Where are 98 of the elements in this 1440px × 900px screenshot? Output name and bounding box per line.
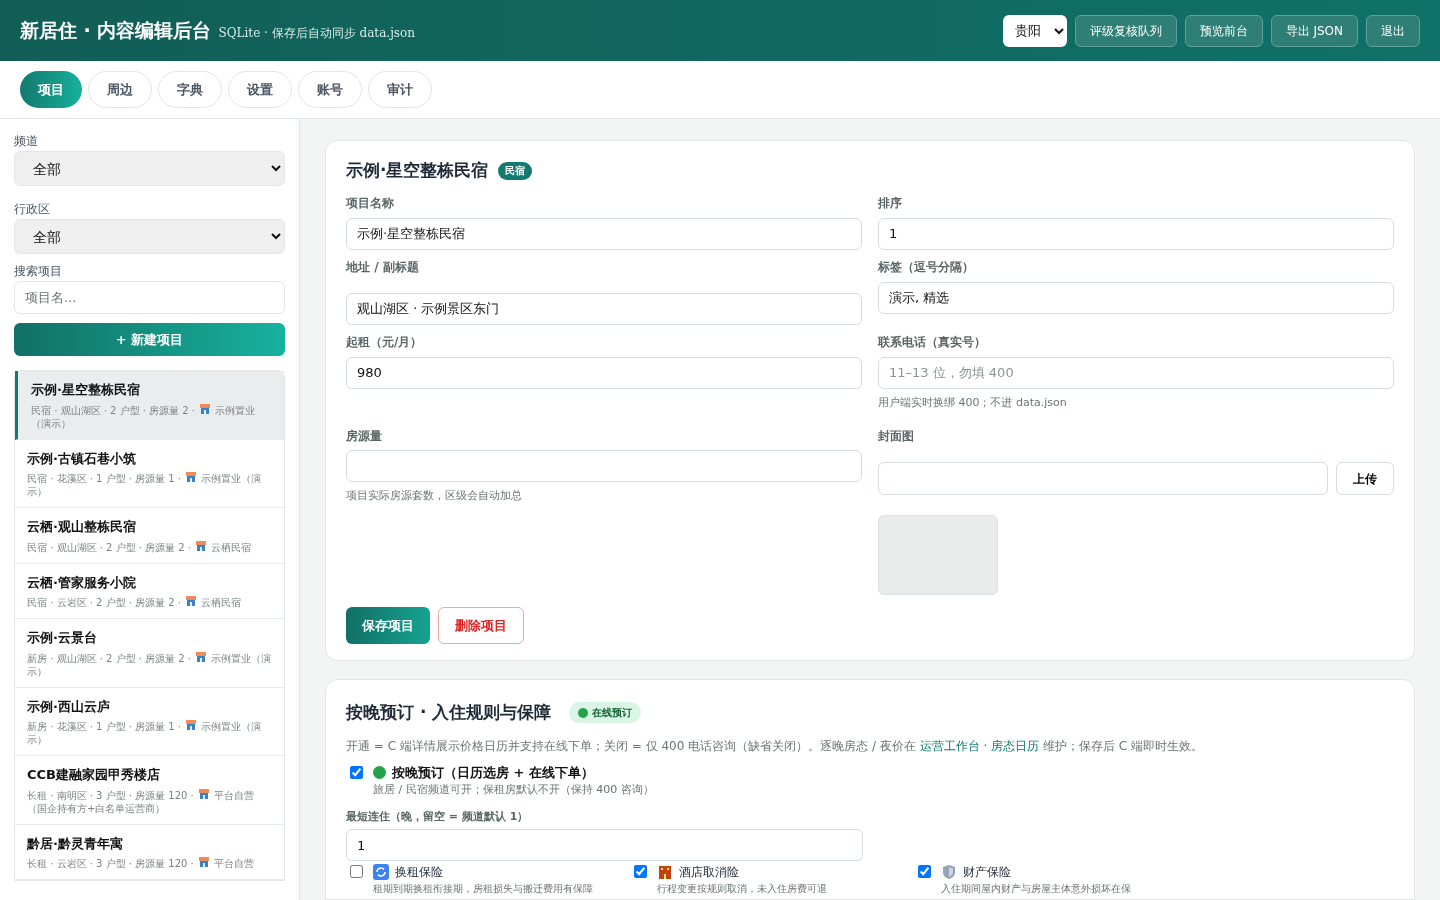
field-label: 地址 / 副标题 bbox=[346, 258, 420, 276]
booking-description: 开通 = C 端详情展示价格日历并支持在线下单；关闭 = 仅 400 电话咨询（缺省关闭）。逐晚房态 / 夜价在 运营工作台 · 房态日历 维护；保存后 C 端即时生效。 bbox=[346, 737, 1204, 755]
project-meta: 新房 · 观山湖区 · 2 户型 · 房源量 2 · 示例置业（演示） bbox=[27, 650, 272, 678]
field-label: 起租（元/月） bbox=[346, 333, 424, 351]
field-label: 封面图 bbox=[878, 428, 915, 445]
insurance-hint: 行程变更按规则取消，未入住房费可退 bbox=[657, 882, 827, 896]
field-label: 排序 bbox=[878, 194, 903, 212]
booking-checkbox[interactable] bbox=[350, 765, 363, 779]
project-name: 云栖·观山整栋民宿 bbox=[27, 518, 137, 536]
field-label: 标签（逗号分隔） bbox=[878, 258, 975, 276]
text-field[interactable]: 1 bbox=[878, 217, 1394, 250]
text-field[interactable]: 11–13 位，勿填 400 bbox=[878, 356, 1394, 389]
tab[interactable]: 账号 bbox=[298, 71, 362, 108]
header-button[interactable]: 评级复核队列 bbox=[1074, 14, 1177, 47]
filter-select[interactable]: 全部 bbox=[14, 219, 285, 254]
app-title: 新居住 · 内容编辑后台 bbox=[20, 18, 212, 44]
tab[interactable]: 字典 bbox=[158, 71, 222, 108]
shield-icon bbox=[941, 864, 957, 880]
tab[interactable]: 周边 bbox=[88, 71, 152, 108]
project-list-item[interactable]: 云栖·管家服务小院 民宿 · 云岩区 · 2 户型 · 房源量 2 · 云栖民宿 bbox=[15, 563, 284, 619]
cover-url-field[interactable] bbox=[878, 462, 1328, 495]
field-hint: 项目实际房源套数，区级会自动加总 bbox=[346, 488, 523, 504]
search-label: 搜索项目 bbox=[14, 263, 63, 280]
text-field[interactable] bbox=[346, 450, 862, 482]
refresh-icon bbox=[373, 864, 389, 880]
project-meta: 民宿 · 观山湖区 · 2 户型 · 房源量 2 · 云栖民宿 bbox=[27, 539, 253, 554]
field-label: 联系电话（真实号） bbox=[878, 333, 987, 351]
save-button[interactable]: 保存项目 bbox=[346, 607, 430, 644]
filter-label: 频道 bbox=[14, 133, 39, 150]
shop-icon bbox=[197, 856, 210, 868]
upload-button[interactable]: 上传 bbox=[1336, 462, 1394, 495]
hotel-icon bbox=[657, 864, 673, 880]
shop-icon bbox=[199, 402, 212, 415]
shop-icon bbox=[195, 539, 208, 552]
min-stay-field[interactable]: 1 bbox=[346, 829, 863, 861]
project-name: CCB建融家园甲秀楼店 bbox=[27, 766, 161, 784]
project-list-item[interactable]: 示例·云景台 新房 · 观山湖区 · 2 户型 · 房源量 2 · 示例置业（演示） bbox=[15, 619, 284, 688]
project-name: 示例·古镇石巷小筑 bbox=[27, 449, 137, 468]
insurance-label: 财产保险 bbox=[963, 864, 1011, 881]
insurance-label: 换租保险 bbox=[395, 864, 443, 881]
status-dot-icon bbox=[373, 765, 386, 779]
project-list-item[interactable]: 示例·星空整栋民宿 民宿 · 观山湖区 · 2 户型 · 房源量 2 · 示例置业（演示） bbox=[15, 371, 284, 440]
project-list-item[interactable]: 云栖·观山整栋民宿 民宿 · 观山湖区 · 2 户型 · 房源量 2 · 云栖民宿 bbox=[15, 508, 284, 564]
project-list-item[interactable]: 黔居·黔灵青年寓 长租 · 云岩区 · 3 户型 · 房源量 120 · 平台自营 bbox=[15, 824, 284, 880]
header-button[interactable]: 导出 JSON bbox=[1270, 14, 1358, 47]
channel-badge: 民宿 bbox=[498, 161, 533, 180]
shop-icon bbox=[185, 719, 198, 731]
filter-label: 行政区 bbox=[14, 201, 51, 218]
project-name: 示例·云景台 bbox=[27, 629, 98, 647]
project-name: 云栖·管家服务小院 bbox=[27, 573, 137, 592]
field-hint: 用户端实时换绑 400；不进 data.json bbox=[878, 394, 1068, 411]
status-dot-icon bbox=[578, 707, 589, 718]
project-meta: 民宿 · 花溪区 · 1 户型 · 房源量 1 · 示例置业（演示） bbox=[27, 471, 263, 498]
project-name: 示例·星空整栋民宿 bbox=[31, 381, 141, 399]
insurance-checkbox[interactable] bbox=[918, 865, 931, 878]
text-field[interactable]: 观山湖区 · 示例景区东门 bbox=[346, 292, 862, 325]
delete-button[interactable]: 删除项目 bbox=[438, 607, 524, 644]
app-subtitle: SQLite · 保存后自动同步 data.json bbox=[218, 25, 415, 42]
insurance-label: 酒店取消险 bbox=[679, 864, 739, 881]
project-list-item[interactable]: 示例·古镇石巷小筑 民宿 · 花溪区 · 1 户型 · 房源量 1 · 示例置业（演示） bbox=[15, 439, 284, 508]
calendar-link[interactable]: 运营工作台 · 房态日历 bbox=[919, 738, 1040, 753]
checkbox-hint: 旅居 / 民宿频道可开；保租房默认不开（保持 400 咨询） bbox=[373, 782, 654, 798]
search-field[interactable]: 项目名... bbox=[14, 281, 285, 314]
text-field[interactable]: 演示, 精选 bbox=[878, 281, 1394, 314]
field-label: 最短连住（晚，留空 = 频道默认 1） bbox=[346, 808, 530, 825]
tab[interactable]: 设置 bbox=[228, 71, 292, 108]
shop-icon bbox=[185, 595, 198, 607]
text-field[interactable]: 980 bbox=[346, 356, 862, 389]
checkbox-label: 按晚预订（日历选房 + 在线下单） bbox=[392, 763, 594, 782]
text-field[interactable]: 示例·星空整栋民宿 bbox=[346, 217, 862, 250]
city-select[interactable]: 贵阳 bbox=[1002, 14, 1067, 47]
shop-icon bbox=[197, 787, 210, 800]
insurance-hint: 租期到期换租衔接期，房租损失与搬迁费用有保障 bbox=[373, 882, 593, 896]
shop-icon bbox=[185, 471, 198, 483]
header-button[interactable]: 预览前台 bbox=[1184, 14, 1263, 47]
field-label: 房源量 bbox=[346, 428, 383, 445]
insurance-checkbox[interactable] bbox=[634, 865, 647, 878]
project-meta: 民宿 · 观山湖区 · 2 户型 · 房源量 2 · 示例置业（演示） bbox=[31, 402, 257, 430]
header-button[interactable]: 退出 bbox=[1366, 14, 1420, 47]
insurance-hint: 入住期间屋内财产与房屋主体意外损坏在保 bbox=[941, 882, 1131, 896]
online-booking-badge: 在线预订 bbox=[569, 702, 642, 724]
project-name: 示例·西山云庐 bbox=[27, 697, 111, 716]
filter-select[interactable]: 全部 bbox=[14, 151, 285, 186]
card-title: 按晚预订 · 入住规则与保障 bbox=[346, 701, 552, 724]
project-meta: 长租 · 云岩区 · 3 户型 · 房源量 120 · 平台自营 bbox=[27, 856, 255, 870]
shop-icon bbox=[195, 650, 208, 663]
project-list-item[interactable]: CCB建融家园甲秀楼店 长租 · 南明区 · 3 户型 · 房源量 120 · 平台自营（国企持有方+白名单运营商） bbox=[15, 756, 284, 825]
project-meta: 新房 · 花溪区 · 1 户型 · 房源量 1 · 示例置业（演示） bbox=[27, 719, 263, 746]
project-list-item[interactable]: 示例·西山云庐 新房 · 花溪区 · 1 户型 · 房源量 1 · 示例置业（演示） bbox=[15, 687, 284, 756]
new-project-button[interactable]: + 新建项目 bbox=[14, 323, 285, 356]
tab[interactable]: 审计 bbox=[368, 71, 432, 108]
project-name: 黔居·黔灵青年寓 bbox=[27, 834, 124, 853]
insurance-checkbox[interactable] bbox=[350, 865, 363, 878]
card-title: 示例·星空整栋民宿 bbox=[346, 159, 489, 182]
project-meta: 长租 · 南明区 · 3 户型 · 房源量 120 · 平台自营（国企持有方+白名单运营商） bbox=[27, 787, 255, 815]
field-label: 项目名称 bbox=[346, 194, 395, 212]
tab[interactable]: 项目 bbox=[20, 71, 82, 108]
project-meta: 民宿 · 云岩区 · 2 户型 · 房源量 2 · 云栖民宿 bbox=[27, 595, 243, 609]
